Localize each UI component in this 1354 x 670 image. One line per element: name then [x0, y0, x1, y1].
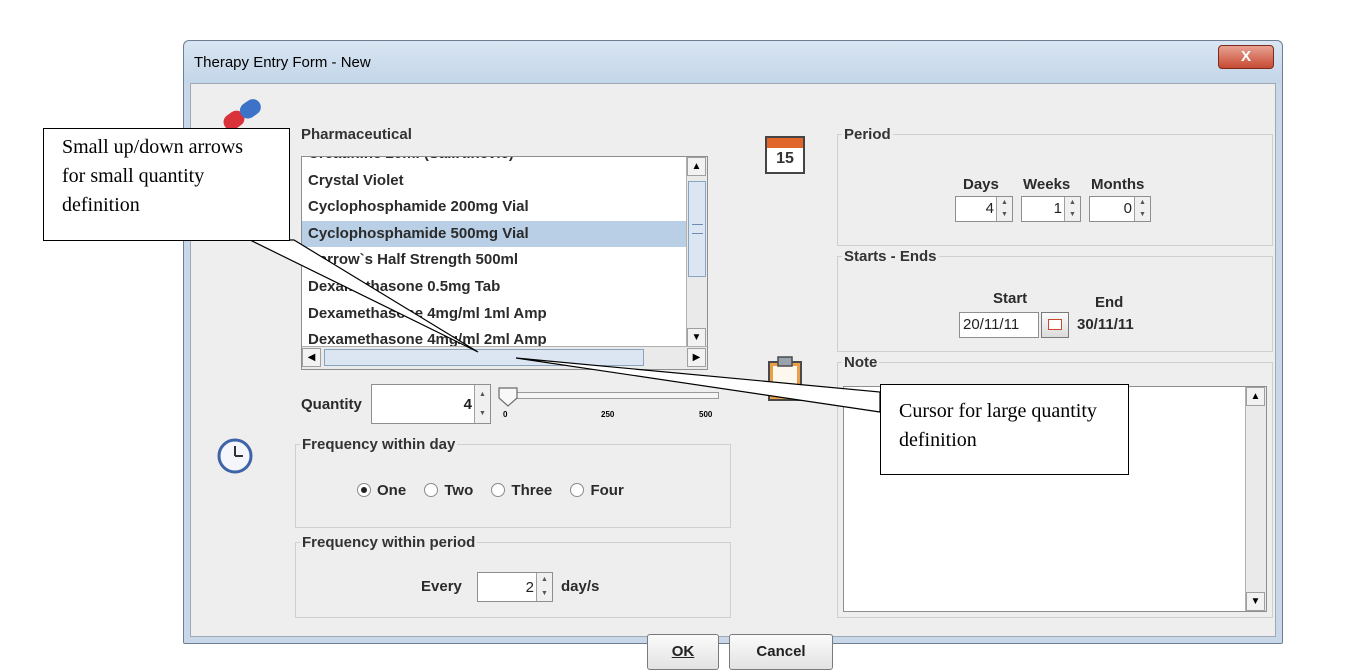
callout-small-arrows: Small up/down arrows for small quantity …	[43, 128, 290, 241]
callout-leaders	[249, 239, 881, 413]
callout-cursor: Cursor for large quantity definition	[880, 384, 1129, 475]
